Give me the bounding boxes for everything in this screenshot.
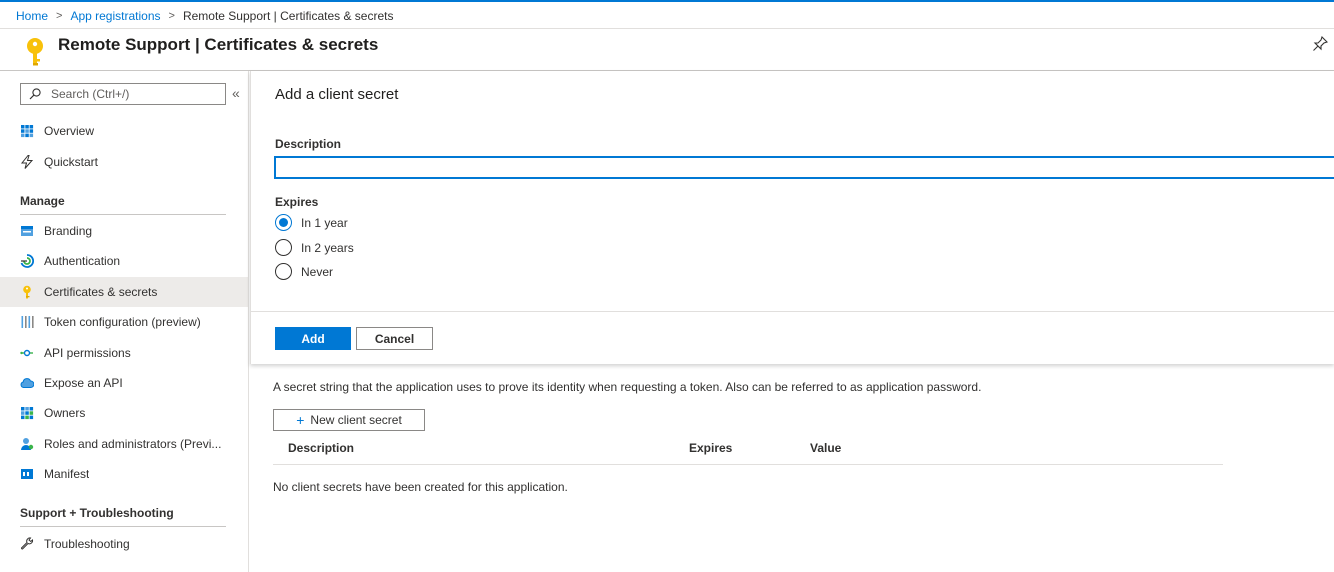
sidebar-item-label: Troubleshooting — [44, 537, 130, 551]
section-divider — [20, 526, 226, 527]
key-icon — [20, 285, 34, 299]
radio-label: Never — [301, 264, 334, 279]
sidebar-item-overview[interactable]: Overview — [0, 116, 248, 146]
column-header-value: Value — [810, 441, 842, 455]
expires-option-never[interactable]: Never — [275, 263, 333, 280]
sidebar-item-troubleshooting[interactable]: Troubleshooting — [0, 529, 248, 559]
branding-icon — [20, 224, 34, 238]
collapse-sidebar-icon[interactable]: « — [232, 85, 240, 101]
owners-grid-icon — [20, 406, 34, 420]
sidebar-item-manifest[interactable]: Manifest — [0, 459, 248, 489]
sidebar-item-quickstart[interactable]: Quickstart — [0, 147, 248, 177]
pin-icon[interactable] — [1312, 36, 1328, 52]
radio-unselected-icon — [275, 263, 292, 280]
radio-label: In 2 years — [301, 240, 354, 255]
sidebar-item-label: Manifest — [44, 467, 90, 481]
sidebar-item-token-configuration[interactable]: Token configuration (preview) — [0, 307, 248, 337]
radio-label: In 1 year — [301, 215, 348, 230]
add-client-secret-panel: Add a client secret Description Expires … — [250, 71, 1334, 364]
expires-option-2-years[interactable]: In 2 years — [275, 239, 354, 256]
sidebar-item-api-permissions[interactable]: API permissions — [0, 338, 248, 368]
panel-footer-divider — [251, 311, 1334, 312]
section-title-manage: Manage — [20, 194, 65, 208]
expires-label: Expires — [275, 195, 319, 209]
sidebar-item-owners[interactable]: Owners — [0, 398, 248, 428]
breadcrumb-separator: > — [168, 10, 175, 22]
sidebar-item-label: Branding — [44, 224, 93, 238]
token-bars-icon — [20, 315, 34, 329]
breadcrumb-app-registrations-link[interactable]: App registrations — [70, 9, 160, 23]
sidebar-item-certificates-secrets[interactable]: Certificates & secrets — [0, 277, 248, 307]
sidebar-item-expose-an-api[interactable]: Expose an API — [0, 368, 248, 398]
breadcrumb-current: Remote Support | Certificates & secrets — [182, 9, 394, 23]
sidebar: « Overview Quickstart Manage Branding Au… — [0, 71, 249, 572]
radio-selected-icon — [275, 214, 292, 231]
manifest-icon — [20, 467, 34, 481]
cloud-icon — [20, 376, 34, 390]
description-input[interactable] — [274, 156, 1334, 179]
search-icon — [29, 88, 41, 100]
sidebar-item-label: Expose an API — [44, 376, 123, 390]
expires-option-1-year[interactable]: In 1 year — [275, 214, 348, 231]
sidebar-item-branding[interactable]: Branding — [0, 216, 248, 246]
sidebar-item-label: Roles and administrators (Previ... — [44, 437, 222, 451]
new-client-secret-button[interactable]: + New client secret — [273, 409, 425, 431]
page-header: Remote Support | Certificates & secrets — [0, 29, 1334, 70]
sidebar-item-authentication[interactable]: Authentication — [0, 246, 248, 276]
search-box[interactable] — [20, 83, 226, 105]
sidebar-item-label: Authentication — [44, 254, 121, 268]
column-header-expires: Expires — [689, 441, 733, 455]
sidebar-item-label: Certificates & secrets — [44, 285, 158, 299]
top-accent-line — [0, 0, 1334, 2]
column-header-description: Description — [288, 441, 355, 455]
wrench-icon — [20, 537, 34, 551]
roles-user-icon — [20, 437, 34, 451]
description-label: Description — [275, 137, 342, 151]
sidebar-item-label: Token configuration (preview) — [44, 315, 201, 329]
cancel-button[interactable]: Cancel — [356, 327, 433, 350]
breadcrumb-separator: > — [56, 10, 63, 22]
section-divider — [20, 214, 226, 215]
overview-grid-icon — [20, 124, 34, 138]
breadcrumb: Home > App registrations > Remote Suppor… — [16, 8, 393, 24]
lightning-icon — [20, 155, 34, 169]
panel-title: Add a client secret — [275, 86, 399, 103]
new-client-secret-label: New client secret — [310, 413, 402, 427]
section-title-support: Support + Troubleshooting — [20, 506, 174, 520]
key-icon — [27, 38, 43, 66]
sidebar-item-label: API permissions — [44, 346, 131, 360]
search-input[interactable] — [51, 87, 211, 101]
radio-unselected-icon — [275, 239, 292, 256]
sidebar-item-roles-administrators[interactable]: Roles and administrators (Previ... — [0, 429, 248, 459]
sidebar-item-label: Quickstart — [44, 155, 99, 169]
page-title: Remote Support | Certificates & secrets — [58, 35, 379, 54]
add-button[interactable]: Add — [275, 327, 351, 350]
sidebar-item-label: Overview — [44, 124, 95, 138]
secrets-description: A secret string that the application use… — [273, 380, 982, 394]
api-permissions-icon — [20, 346, 34, 360]
breadcrumb-home-link[interactable]: Home — [16, 9, 48, 23]
secrets-table-header: Description Expires Value — [273, 437, 1223, 465]
sidebar-item-label: Owners — [44, 406, 86, 420]
authentication-icon — [20, 254, 34, 268]
empty-secrets-message: No client secrets have been created for … — [273, 480, 568, 494]
plus-icon: + — [296, 412, 305, 428]
